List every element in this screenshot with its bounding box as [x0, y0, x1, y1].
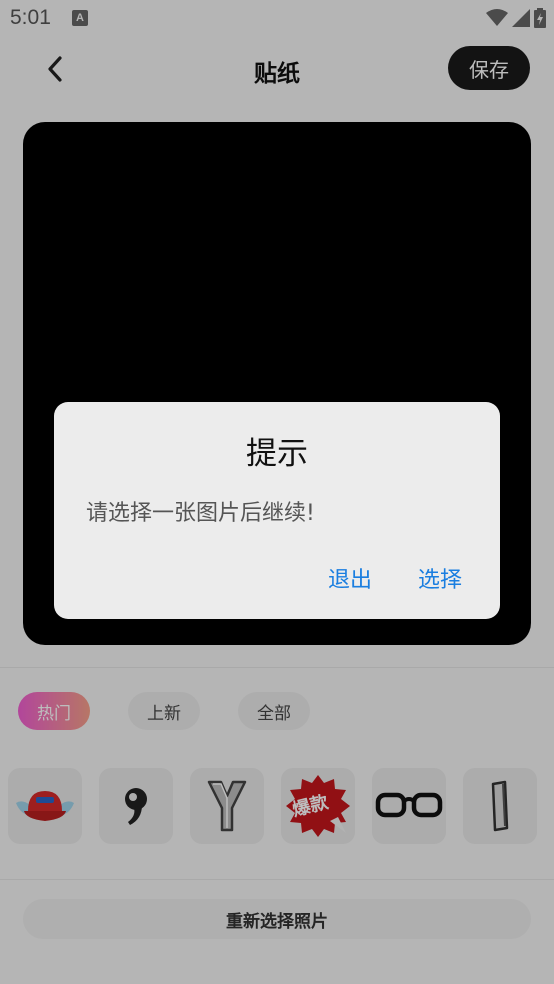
dialog-title: 提示 [246, 436, 308, 472]
dialog-actions: 退出 选择 [328, 562, 462, 594]
exit-button[interactable]: 退出 [328, 562, 372, 594]
choose-button[interactable]: 选择 [418, 562, 462, 594]
dialog-message: 请选择一张图片后继续! [86, 501, 315, 526]
alert-dialog: 提示 请选择一张图片后继续! 退出 选择 [54, 402, 500, 619]
